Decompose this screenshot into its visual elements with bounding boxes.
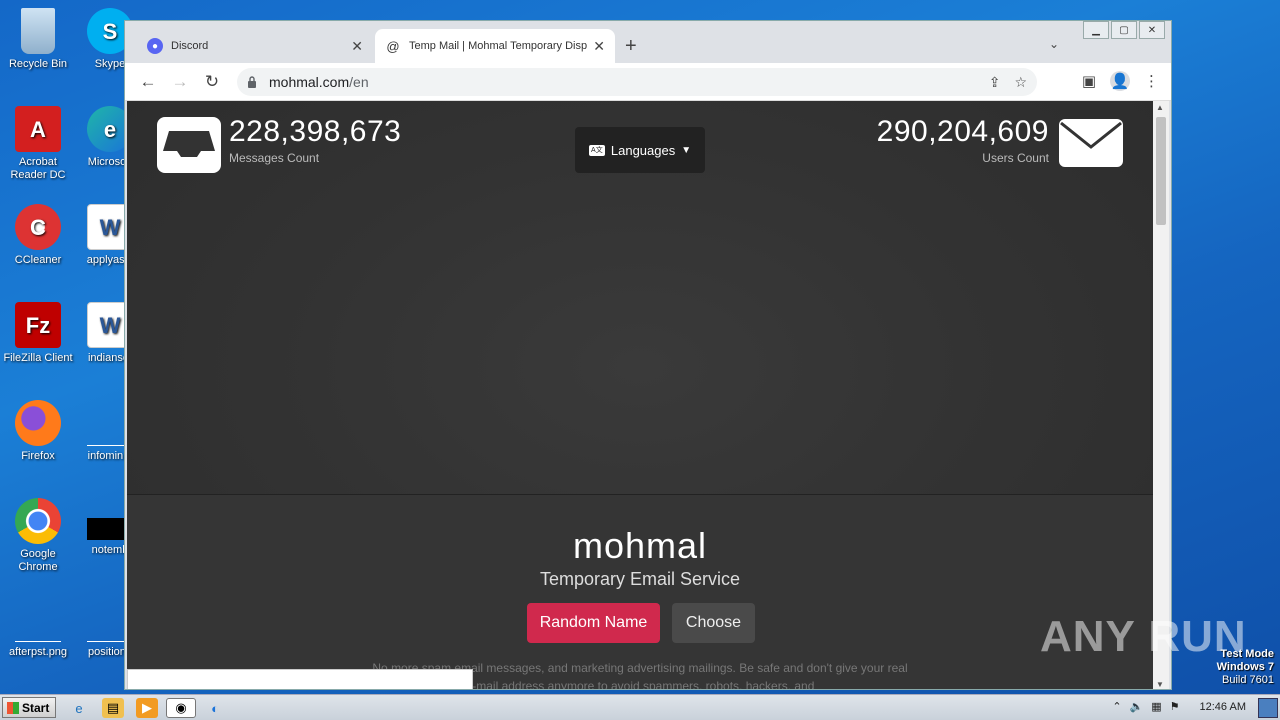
desktop-icon-label: Acrobat Reader DC — [10, 156, 66, 181]
desktop-icon-firefox[interactable]: Firefox — [0, 400, 76, 463]
page-subtitle: Temporary Email Service — [539, 569, 741, 589]
new-tab-button[interactable]: + — [625, 35, 637, 58]
taskbar-explorer-icon[interactable]: ▤ — [102, 698, 124, 718]
address-bar[interactable]: mohmal.com/en ⇪ ☆ — [237, 68, 1037, 96]
action-center-flag-icon[interactable]: ⚑ — [1170, 700, 1180, 713]
random-name-button[interactable]: Random Name — [527, 603, 660, 643]
users-stat: 290,204,609 Users Count — [877, 115, 1049, 165]
firefox-icon — [15, 400, 61, 446]
tab-mohmal[interactable]: @ Temp Mail | Mohmal Temporary Dispo ✕ — [375, 29, 615, 63]
desktop-icon-label: notemb — [91, 544, 129, 556]
page-scrollbar[interactable]: ▲ ▼ — [1153, 101, 1169, 689]
back-arrow-icon[interactable]: ← — [137, 71, 159, 93]
desktop-icon-afterpst[interactable]: afterpst.png — [0, 596, 76, 659]
url-text: mohmal.com/en — [269, 74, 369, 90]
desktop-icon-chrome[interactable]: Google Chrome — [0, 498, 76, 574]
filezilla-icon: Fz — [15, 302, 61, 348]
desktop-icon-acrobat[interactable]: A Acrobat Reader DC — [0, 106, 76, 182]
build-label: Build 7601 — [1222, 674, 1274, 686]
toolbar-actions: ▣ 👤 ⋮ — [1082, 71, 1159, 91]
ccleaner-icon: C — [15, 204, 61, 250]
url-host: mohmal.com — [269, 74, 350, 90]
messages-count: 228,398,673 — [229, 115, 402, 148]
windows-logo-icon — [7, 701, 19, 714]
tab-strip: ● Discord ✕ @ Temp Mail | Mohmal Tempora… — [125, 21, 1171, 63]
minimize-icon[interactable]: ▁ — [1083, 21, 1109, 39]
acrobat-icon: A — [15, 106, 61, 152]
close-window-icon[interactable]: ✕ — [1139, 21, 1165, 39]
taskbar: Start e ▤ ▶ ◉ ◐ ⌃ 🔈 ▦ ⚑ 12:46 AM — [0, 694, 1280, 720]
profile-avatar-icon[interactable]: 👤 — [1110, 71, 1130, 91]
messages-stat: 228,398,673 Messages Count — [229, 115, 401, 165]
link-status-bubble — [127, 669, 473, 689]
desktop-icon-label: CCleaner — [14, 254, 62, 266]
desktop-icon-label: Skype — [94, 58, 126, 70]
start-label: Start — [22, 700, 50, 715]
scrollbar-thumb[interactable] — [1156, 117, 1166, 225]
window-controls: ▁ ▢ ✕ — [1081, 21, 1165, 39]
os-name-label: Windows 7 — [1216, 661, 1274, 673]
inbox-icon — [157, 117, 221, 173]
close-icon[interactable]: ✕ — [593, 38, 605, 55]
test-mode-notice: Test Mode Windows 7 Build 7601 — [1217, 648, 1274, 687]
side-panel-icon[interactable]: ▣ — [1082, 72, 1096, 90]
desktop-icon-ccleaner[interactable]: C CCleaner — [0, 204, 76, 267]
tab-title: Temp Mail | Mohmal Temporary Dispo — [409, 40, 588, 52]
bookmark-star-icon[interactable]: ☆ — [1014, 74, 1027, 91]
languages-label: Languages — [610, 142, 676, 158]
share-icon[interactable]: ⇪ — [989, 74, 1001, 91]
caret-down-icon: ▼ — [681, 144, 692, 156]
choose-button[interactable]: Choose — [672, 603, 755, 643]
test-mode-label: Test Mode — [1220, 648, 1274, 660]
start-button[interactable]: Start — [2, 697, 56, 718]
envelope-icon — [1059, 119, 1123, 167]
browser-toolbar: ← → ↻ mohmal.com/en ⇪ ☆ ▣ 👤 ⋮ — [125, 63, 1171, 101]
users-count-label: Users Count — [982, 151, 1049, 165]
maximize-icon[interactable]: ▢ — [1111, 21, 1137, 39]
brand-logo: mohmal — [572, 525, 708, 566]
users-count: 290,204,609 — [876, 115, 1049, 148]
messages-count-label: Messages Count — [229, 151, 320, 165]
scroll-up-icon[interactable]: ▲ — [1156, 103, 1164, 112]
tray-expand-icon[interactable]: ⌃ — [1112, 700, 1121, 713]
scroll-down-icon[interactable]: ▼ — [1156, 680, 1164, 689]
browser-window: ● Discord ✕ @ Temp Mail | Mohmal Tempora… — [124, 20, 1172, 690]
at-sign-icon: @ — [386, 38, 400, 54]
desktop-icon-label: Firefox — [21, 450, 55, 462]
desktop-icon-label: FileZilla Client — [3, 352, 73, 364]
desktop-icon-recycle-bin[interactable]: Recycle Bin — [0, 8, 76, 71]
more-menu-icon[interactable]: ⋮ — [1144, 72, 1159, 90]
omnibox-actions: ⇪ ☆ — [989, 74, 1027, 91]
desktop-icon-label: Recycle Bin — [8, 58, 68, 70]
page-content: 228,398,673 Messages Count A文 Languages … — [127, 101, 1153, 689]
close-icon[interactable]: ✕ — [351, 38, 363, 55]
desktop-icon-label: afterpst.png — [8, 646, 68, 658]
chrome-icon — [15, 498, 61, 544]
volume-icon[interactable]: 🔈 — [1130, 700, 1144, 713]
taskbar-chrome-icon[interactable]: ◉ — [166, 698, 196, 718]
tab-discord[interactable]: ● Discord ✕ — [137, 29, 373, 63]
show-desktop-button[interactable] — [1258, 698, 1278, 718]
taskbar-edge-icon[interactable]: ◐ — [204, 698, 226, 718]
languages-dropdown[interactable]: A文 Languages ▼ — [575, 127, 705, 173]
tab-title: Discord — [171, 40, 209, 52]
forward-arrow-icon[interactable]: → — [169, 71, 191, 93]
network-icon[interactable]: ▦ — [1151, 700, 1161, 713]
url-path: /en — [349, 74, 369, 90]
discord-icon: ● — [147, 38, 163, 54]
clock[interactable]: 12:46 AM — [1200, 701, 1246, 713]
tab-search-icon[interactable]: ⌄ — [1049, 37, 1059, 51]
taskbar-media-player-icon[interactable]: ▶ — [136, 698, 158, 718]
recycle-bin-icon — [21, 8, 55, 54]
reload-icon[interactable]: ↻ — [201, 71, 223, 93]
lock-icon — [248, 76, 256, 88]
language-icon: A文 — [588, 144, 605, 156]
image-file-icon — [15, 596, 61, 642]
desktop-icon-label: Google Chrome — [18, 548, 58, 573]
desktop-icon-filezilla[interactable]: Fz FileZilla Client — [0, 302, 76, 365]
taskbar-ie-icon[interactable]: e — [68, 698, 90, 718]
system-tray: ⌃ 🔈 ▦ ⚑ 12:46 AM — [1112, 700, 1246, 714]
